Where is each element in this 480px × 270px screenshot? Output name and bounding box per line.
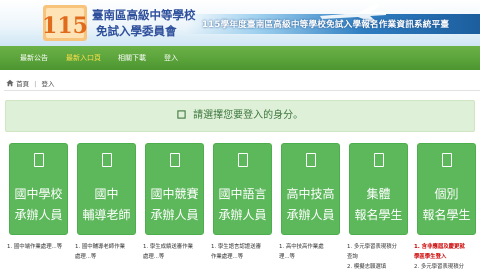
breadcrumb-home[interactable]: 首頁: [16, 80, 29, 88]
org-name: 臺南區高級中等學校 免試入學委員會: [92, 8, 196, 38]
logo-number: 115: [42, 13, 88, 39]
role-label-line1: 高中技高: [286, 187, 335, 201]
role-label: 集體 報名學生: [350, 184, 407, 226]
role-description: 1. 高中技高作業處 理...等: [279, 242, 347, 262]
user-icon: [350, 152, 407, 168]
main-nav: 最新公告 最新入口頁 相關下載 登入: [0, 46, 480, 70]
user-icon: [146, 152, 203, 168]
description-line: 1. 多元學習表現積分: [347, 244, 397, 250]
user-icon: [78, 152, 135, 168]
role-label-line2: 報名學生: [422, 208, 471, 222]
role-card-language-staff[interactable]: 國中語言 承辦人員: [213, 143, 272, 235]
role-label: 國中 輔導老師: [78, 184, 135, 226]
description-line-warning: 學區學生登入: [414, 254, 447, 260]
role-card-junior-high-staff[interactable]: 國中學校 承辦人員: [9, 143, 68, 235]
role-card-individual-student[interactable]: 個別 報名學生: [417, 143, 476, 235]
breadcrumb-current: 登入: [41, 80, 55, 88]
info-icon: [177, 110, 186, 119]
role-label-line1: 國中學校: [14, 187, 63, 201]
role-description: 1. 含非應屆及慶更就 學區學生登入 2. 多元學習表現積分: [414, 242, 480, 270]
role-description: 1. 學生成績送審作業 處理...等: [143, 242, 211, 262]
description-line: 1. 學生成績送審作業: [143, 244, 193, 250]
system-title: 115學年度臺南區高級中等學校免試入學報名作業資訊系統平臺: [202, 20, 450, 30]
description-line: 1. 學生語言認證送審: [211, 244, 261, 250]
role-label-line2: 承辦人員: [286, 208, 335, 222]
org-name-line1: 臺南區高級中等學校: [92, 8, 196, 22]
role-label: 國中語言 承辦人員: [214, 184, 271, 226]
role-card-counselor[interactable]: 國中 輔導老師: [77, 143, 136, 235]
breadcrumb-separator: |: [34, 80, 37, 88]
role-card-group-student[interactable]: 集體 報名學生: [349, 143, 408, 235]
description-line: 2. 多元學習表現積分: [414, 264, 464, 270]
description-line-warning: 1. 含非應屆及慶更就: [414, 244, 465, 250]
role-label-line1: 國中: [94, 187, 119, 201]
role-label-line2: 承辦人員: [150, 208, 199, 222]
description-line: 作業處理...等: [211, 254, 244, 260]
role-label-line1: 國中語言: [218, 187, 267, 201]
user-icon: [10, 152, 67, 168]
role-label: 國中學校 承辦人員: [10, 184, 67, 226]
role-description: 1. 學生語言認證送審 作業處理...等: [211, 242, 279, 262]
role-label-line2: 承辦人員: [218, 208, 267, 222]
role-label: 國中競賽 承辦人員: [146, 184, 203, 226]
header-banner: 115 臺南區高級中等學校 免試入學委員會 115學年度臺南區高級中等學校免試入…: [0, 0, 480, 46]
user-icon: [214, 152, 271, 168]
user-icon: [418, 152, 475, 168]
role-label-line1: 個別: [434, 187, 459, 201]
role-label-line2: 輔導老師: [82, 208, 131, 222]
role-description: 1. 多元學習表現積分 查詢 2. 模擬志願選填: [347, 242, 415, 270]
nav-downloads[interactable]: 相關下載: [118, 46, 146, 70]
org-name-line2: 免試入學委員會: [96, 24, 177, 38]
description-line: 查詢: [347, 254, 358, 260]
description-line: 處理...等: [75, 254, 97, 260]
home-icon: [6, 79, 14, 87]
role-label: 個別 報名學生: [418, 184, 475, 226]
divider: [4, 90, 480, 91]
nav-entrance-page[interactable]: 最新入口頁: [66, 46, 101, 70]
nav-latest-news[interactable]: 最新公告: [20, 46, 48, 70]
user-icon: [282, 152, 339, 168]
breadcrumb: 首頁 | 登入: [6, 78, 54, 88]
role-label: 高中技高 承辦人員: [282, 184, 339, 226]
description-line: 1. 國中輔導老師作業: [75, 244, 125, 250]
description-line: 2. 模擬志願選填: [347, 264, 387, 270]
role-card-senior-high-staff[interactable]: 高中技高 承辦人員: [281, 143, 340, 235]
role-label-line2: 承辦人員: [14, 208, 63, 222]
description-line: 理...等: [279, 254, 295, 260]
nav-login[interactable]: 登入: [164, 46, 178, 70]
role-label-line1: 集體: [366, 187, 391, 201]
description-line: 處理...等: [143, 254, 165, 260]
role-card-competition-staff[interactable]: 國中競賽 承辦人員: [145, 143, 204, 235]
logo-mark: 115: [42, 5, 88, 41]
prompt-text: 請選擇您要登入的身分。: [193, 110, 304, 121]
role-description: 1. 國中輔導老師作業 處理...等: [75, 242, 143, 262]
description-line: 1. 國中端作業處理...等: [7, 244, 63, 250]
select-role-prompt: 請選擇您要登入的身分。: [5, 100, 475, 132]
description-line: 1. 高中技高作業處: [279, 244, 324, 250]
role-label-line2: 報名學生: [354, 208, 403, 222]
role-label-line1: 國中競賽: [150, 187, 199, 201]
role-description: 1. 國中端作業處理...等: [7, 242, 75, 252]
